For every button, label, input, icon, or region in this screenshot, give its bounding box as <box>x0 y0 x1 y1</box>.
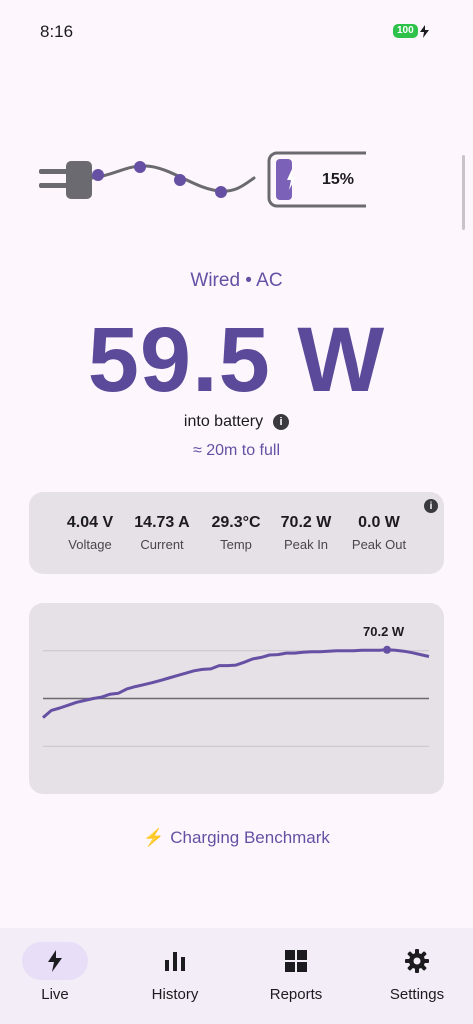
connection-type: Wired • AC <box>190 270 283 291</box>
nav-pill <box>384 942 450 980</box>
stat-label: Voltage <box>68 537 112 552</box>
power-series-line <box>42 648 430 719</box>
stat-temp: 29.3°C Temp <box>211 514 260 552</box>
status-battery-level: 100 <box>393 24 418 38</box>
cable <box>90 164 256 193</box>
nav-pill <box>22 942 88 980</box>
stat-peak-in: 70.2 W Peak In <box>281 514 332 552</box>
bolt-icon <box>48 950 62 972</box>
cable-dot <box>215 186 227 198</box>
battery-percent: 15% <box>322 171 355 188</box>
nav-history[interactable]: History <box>116 928 234 1024</box>
stat-value: 29.3°C <box>211 514 261 531</box>
nav-label: Live <box>41 986 69 1003</box>
scrollbar[interactable] <box>462 155 465 230</box>
cable-dot <box>134 161 146 173</box>
stat-value: 14.73 A <box>134 514 190 531</box>
time-to-full: ≈ 20m to full <box>192 442 281 459</box>
nav-settings[interactable]: Settings <box>358 928 473 1024</box>
power-caption: into battery <box>183 413 264 430</box>
stat-value: 70.2 W <box>280 514 332 531</box>
grid-icon <box>285 950 307 972</box>
nav-label: Reports <box>269 986 323 1003</box>
nav-label: History <box>151 986 199 1003</box>
stat-label: Temp <box>220 537 252 552</box>
nav-live[interactable]: Live <box>0 928 114 1024</box>
peak-label: 70.2 W <box>363 624 405 639</box>
stat-label: Peak In <box>283 537 329 552</box>
plug-icon <box>39 161 92 199</box>
cable-dot <box>174 174 186 186</box>
charging-benchmark-link[interactable]: ⚡ Charging Benchmark <box>0 828 473 848</box>
peak-point <box>383 645 392 654</box>
stat-current: 14.73 A Current <box>134 514 189 552</box>
benchmark-label: Charging Benchmark <box>170 828 330 847</box>
stat-label: Current <box>140 537 184 552</box>
nav-pill <box>142 942 208 980</box>
stat-peak-out: 0.0 W Peak Out <box>352 514 406 552</box>
gear-icon <box>405 949 429 973</box>
stat-voltage: 4.04 V Voltage <box>67 514 113 552</box>
nav-pill <box>263 942 329 980</box>
status-battery: 100 <box>393 24 429 38</box>
stats-info-icon[interactable]: i <box>424 499 438 513</box>
stat-value: 0.0 W <box>358 514 400 531</box>
lightning-icon: ⚡ <box>143 828 165 847</box>
stats-card: 4.04 V Voltage 14.73 A Current 29.3°C Te… <box>29 492 444 574</box>
bar-chart-icon <box>165 952 185 971</box>
power-reading: 59.5 W <box>87 309 386 411</box>
nav-reports[interactable]: Reports <box>237 928 355 1024</box>
nav-label: Settings <box>389 986 445 1003</box>
power-caption-row: into battery i <box>0 413 473 431</box>
bottom-nav: Live History Reports Settings <box>0 928 473 1024</box>
stat-label: Peak Out <box>351 537 407 552</box>
charging-illustration <box>39 151 366 208</box>
cable-dot <box>92 169 104 181</box>
stat-value: 4.04 V <box>66 514 114 531</box>
charging-bolt-icon <box>419 24 429 38</box>
status-time: 8:16 <box>40 22 74 41</box>
info-icon[interactable]: i <box>273 414 290 430</box>
